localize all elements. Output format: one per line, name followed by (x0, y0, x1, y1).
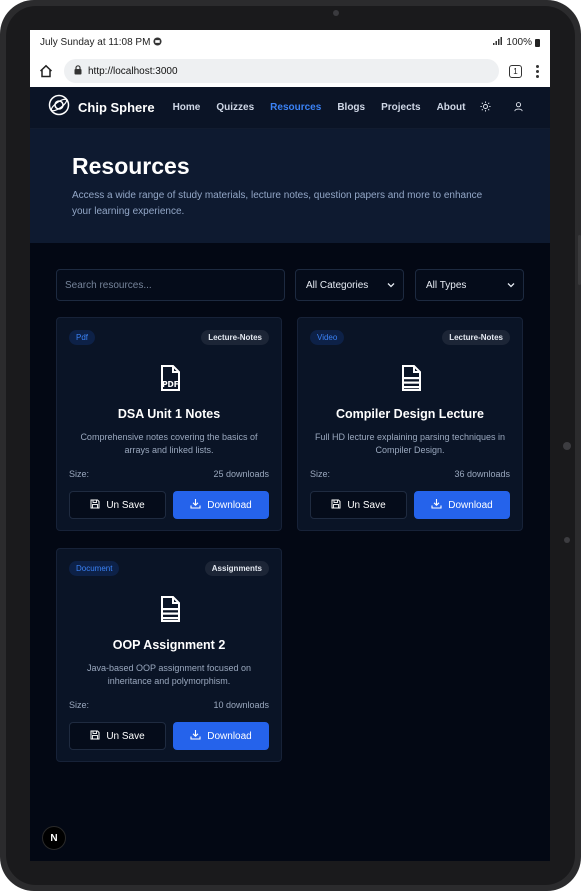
unsave-button[interactable]: Un Save (69, 722, 166, 750)
download-label: Download (207, 499, 252, 511)
download-button[interactable]: Download (414, 491, 510, 519)
home-icon[interactable] (38, 63, 54, 79)
type-select-value: All Types (426, 279, 467, 291)
nextjs-dev-badge[interactable]: N (42, 826, 66, 850)
theme-toggle-sun-icon[interactable] (480, 99, 491, 117)
resource-description: Full HD lecture explaining parsing techn… (314, 432, 506, 455)
category-badge: Lecture-Notes (201, 330, 269, 345)
lock-icon (74, 64, 82, 78)
nav-blogs[interactable]: Blogs (337, 102, 365, 113)
document-icon (158, 595, 182, 623)
unsave-button[interactable]: Un Save (69, 491, 166, 519)
side-sensor (563, 442, 571, 450)
resource-title: DSA Unit 1 Notes (117, 407, 221, 421)
resource-title: Compiler Design Lecture (336, 407, 484, 421)
status-bar: July Sunday at 11:08 PM 100% (30, 30, 550, 55)
unsave-label: Un Save (106, 730, 145, 742)
category-badge: Assignments (204, 561, 269, 576)
type-select[interactable]: All Types (415, 269, 524, 301)
download-label: Download (448, 499, 493, 511)
type-badge: Pdf (69, 330, 96, 345)
document-icon (399, 364, 423, 392)
download-icon (431, 498, 442, 512)
filter-bar: Search resources... All Categories All T… (56, 269, 524, 301)
chevron-down-icon (507, 280, 515, 291)
nav-quizzes[interactable]: Quizzes (216, 102, 254, 113)
type-badge: Document (69, 561, 120, 576)
page-header: Resources Access a wide range of study m… (30, 129, 550, 243)
resource-description: Java-based OOP assignment focused on inh… (87, 663, 251, 686)
nav-home[interactable]: Home (173, 102, 201, 113)
chevron-down-icon (387, 280, 395, 291)
resource-meta: Size: 10 downloads (69, 700, 269, 710)
user-profile-icon[interactable] (513, 99, 524, 117)
battery-icon (535, 38, 540, 47)
category-select-value: All Categories (306, 279, 369, 291)
download-button[interactable]: Download (173, 491, 269, 519)
front-camera (333, 10, 339, 16)
browser-address-bar: http://localhost:3000 1 (30, 55, 550, 87)
download-count: 10 downloads (213, 700, 269, 710)
planet-logo-icon (48, 94, 70, 121)
resource-meta: Size: 25 downloads (69, 469, 269, 479)
brand-logo-link[interactable]: Chip Sphere (48, 94, 155, 121)
brand-name: Chip Sphere (78, 100, 155, 115)
category-badge: Lecture-Notes (442, 330, 510, 345)
svg-text:PDF: PDF (162, 380, 179, 389)
download-count: 36 downloads (454, 469, 510, 479)
page-subtitle: Access a wide range of study materials, … (72, 190, 483, 217)
resource-card: Document Assignments OOP Assignment 2 Ja… (56, 548, 282, 762)
unsave-label: Un Save (106, 499, 145, 511)
site-navbar: Chip Sphere Home Quizzes Resources Blogs… (30, 87, 550, 129)
notification-icon (153, 36, 162, 49)
resource-description: Comprehensive notes covering the basics … (80, 432, 258, 455)
resource-card: Pdf Lecture-Notes PDF DSA Unit 1 Notes C… (56, 317, 282, 531)
more-options-icon[interactable] (532, 64, 542, 78)
unsave-label: Un Save (347, 499, 386, 511)
pdf-file-icon: PDF (158, 364, 182, 392)
battery-percent: 100% (506, 37, 532, 48)
save-disk-icon (90, 730, 100, 743)
download-icon (190, 498, 201, 512)
signal-icon (493, 37, 503, 48)
nav-resources[interactable]: Resources (270, 102, 321, 113)
nav-about[interactable]: About (437, 102, 466, 113)
screen: July Sunday at 11:08 PM 100% http://loca… (30, 30, 550, 861)
url-field[interactable]: http://localhost:3000 (64, 59, 499, 83)
resource-meta: Size: 36 downloads (310, 469, 510, 479)
size-label: Size: (310, 469, 331, 479)
download-icon (190, 729, 201, 743)
download-count: 25 downloads (213, 469, 269, 479)
resource-title: OOP Assignment 2 (112, 638, 226, 652)
tablet-frame: July Sunday at 11:08 PM 100% http://loca… (0, 0, 581, 891)
url-text: http://localhost:3000 (88, 65, 178, 77)
side-sensor (564, 537, 570, 543)
save-disk-icon (331, 499, 341, 512)
page-title: Resources (72, 153, 190, 179)
status-time: July Sunday at 11:08 PM (40, 37, 151, 48)
type-badge: Video (310, 330, 345, 345)
size-label: Size: (69, 700, 90, 710)
save-disk-icon (90, 499, 100, 512)
download-button[interactable]: Download (173, 722, 269, 750)
resource-card: Video Lecture-Notes Compiler Design Lect… (297, 317, 523, 531)
search-placeholder: Search resources... (65, 279, 152, 291)
size-label: Size: (69, 469, 90, 479)
search-input[interactable]: Search resources... (56, 269, 285, 301)
tab-switcher-button[interactable]: 1 (509, 64, 522, 78)
unsave-button[interactable]: Un Save (310, 491, 407, 519)
category-select[interactable]: All Categories (295, 269, 404, 301)
nav-projects[interactable]: Projects (381, 102, 420, 113)
download-label: Download (207, 730, 252, 742)
